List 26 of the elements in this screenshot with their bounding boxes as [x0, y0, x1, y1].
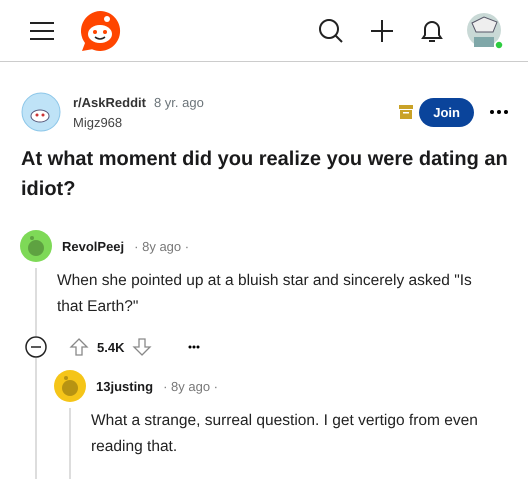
comment-author[interactable]: RevolPeej [62, 238, 124, 254]
comment-text: When she pointed up at a bluish star and sincerely asked "Is that Earth?" [57, 271, 473, 317]
subreddit-link[interactable]: r/AskReddit [73, 95, 146, 110]
collapse-icon[interactable] [25, 336, 47, 358]
plus-icon[interactable] [370, 18, 394, 42]
comment-age: · 8y ago · [134, 238, 190, 254]
downvote-icon[interactable] [132, 337, 152, 357]
comment-text: What a strange, surreal question. I get vertigo from even reading that. [91, 411, 479, 457]
post-author[interactable]: Migz968 [73, 115, 204, 130]
more-icon[interactable] [188, 345, 200, 349]
upvote-icon[interactable] [69, 337, 89, 357]
vote-count: 5.4K [97, 340, 124, 354]
more-icon[interactable] [490, 110, 508, 114]
user-avatar[interactable] [20, 230, 52, 262]
post-age: 8 yr. ago [154, 95, 204, 110]
subreddit-avatar[interactable] [21, 92, 61, 132]
user-avatar[interactable] [54, 370, 86, 402]
join-button[interactable]: Join [419, 98, 474, 126]
avatar-icon[interactable] [466, 10, 504, 50]
search-icon[interactable] [318, 18, 344, 44]
post-title: At what moment did you realize you were dating an idiot? [21, 147, 508, 202]
comment-author[interactable]: 13justing [96, 378, 154, 394]
logo-icon[interactable] [79, 10, 121, 52]
archive-icon [399, 105, 414, 119]
menu-icon[interactable] [29, 20, 55, 40]
comment-age: · 8y ago · [163, 378, 218, 394]
